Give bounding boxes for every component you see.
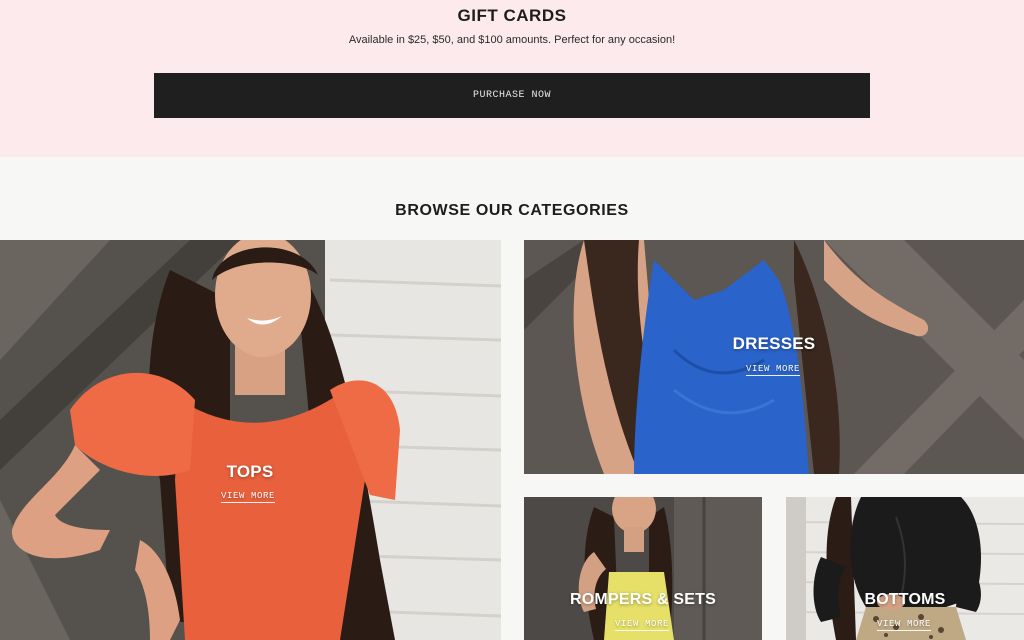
category-label-dresses: DRESSES bbox=[732, 334, 816, 353]
gift-cards-subtitle: Available in $25, $50, and $100 amounts.… bbox=[348, 34, 676, 46]
gift-cards-title: GIFT CARDS bbox=[457, 6, 567, 25]
category-label-rompers-sets: ROMPERS & SETS bbox=[570, 591, 716, 608]
view-more-link-tops[interactable]: VIEW MORE bbox=[221, 491, 276, 503]
category-tile-tops[interactable]: TOPS VIEW MORE bbox=[0, 240, 501, 640]
gift-cards-section: GIFT CARDS Available in $25, $50, and $1… bbox=[0, 0, 1024, 157]
browse-categories-title: BROWSE OUR CATEGORIES bbox=[395, 202, 629, 219]
view-more-link-dresses[interactable]: VIEW MORE bbox=[746, 364, 801, 376]
category-label-tops: TOPS bbox=[226, 462, 274, 481]
purchase-now-button[interactable]: PURCHASE NOW bbox=[154, 73, 870, 118]
category-tile-bottoms[interactable]: BOTTOMS VIEW MORE bbox=[786, 497, 1024, 640]
category-tile-dresses[interactable]: DRESSES VIEW MORE bbox=[524, 240, 1024, 474]
category-label-bottoms: BOTTOMS bbox=[864, 591, 946, 608]
view-more-link-bottoms[interactable]: VIEW MORE bbox=[877, 619, 932, 631]
dresses-model-photo bbox=[524, 240, 1024, 474]
tops-model-photo bbox=[0, 240, 501, 640]
view-more-link-rompers-sets[interactable]: VIEW MORE bbox=[615, 619, 670, 631]
category-tile-rompers-sets[interactable]: ROMPERS & SETS VIEW MORE bbox=[524, 497, 762, 640]
